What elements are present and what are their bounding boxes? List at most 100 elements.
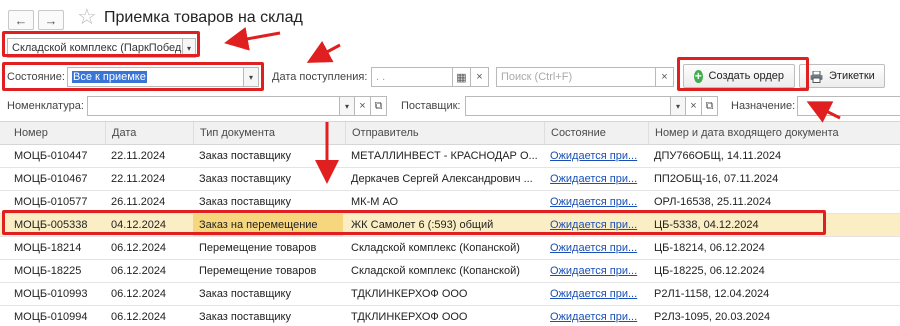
- table-header: Номер Дата Тип документа Отправитель Сос…: [0, 121, 900, 145]
- cell-doc-type: Заказ поставщику: [199, 311, 291, 323]
- cell-doc-type: Заказ поставщику: [199, 288, 291, 300]
- table-row[interactable]: МОЦБ-010994 06.12.2024 Заказ поставщику ТДК…: [0, 306, 900, 326]
- table-row[interactable]: МОЦБ-18214 06.12.2024 Перемещение товаров С…: [0, 237, 900, 260]
- back-button[interactable]: ←: [8, 10, 34, 30]
- supplier-clear-button[interactable]: ×: [686, 96, 702, 116]
- back-arrow-icon: ←: [14, 12, 28, 28]
- purpose-input[interactable]: [797, 96, 900, 116]
- search-clear-button[interactable]: ×: [656, 67, 674, 87]
- date-input[interactable]: . .: [371, 67, 453, 87]
- cell-number: МОЦБ-010467: [14, 173, 88, 185]
- cell-state[interactable]: Ожидается при...: [544, 214, 646, 236]
- state-value: Все к приемке: [72, 71, 147, 83]
- cell-sender: Складской комплекс (Копанской): [351, 265, 520, 277]
- copy-icon: ⧉: [705, 99, 714, 112]
- arrow-to-state: [306, 40, 341, 63]
- labels-button[interactable]: Этикетки: [799, 64, 885, 88]
- cell-sender: МЕТАЛЛИНВЕСТ - КРАСНОДАР О...: [351, 150, 538, 162]
- table-body: МОЦБ-010447 22.11.2024 Заказ поставщику МЕТ…: [0, 145, 900, 326]
- supplier-input[interactable]: [465, 96, 671, 116]
- cell-state[interactable]: Ожидается при...: [544, 145, 646, 167]
- cell-date: 06.12.2024: [111, 265, 167, 277]
- date-clear-button[interactable]: ×: [471, 67, 489, 87]
- cell-state[interactable]: Ожидается при...: [544, 306, 646, 326]
- cell-incoming-doc: ОРЛ-16538, 25.11.2024: [654, 196, 772, 208]
- supplier-open-button[interactable]: ⧉: [702, 96, 718, 116]
- cell-date: 06.12.2024: [111, 311, 167, 323]
- chevron-down-icon: ▾: [248, 72, 253, 82]
- cell-doc-type: Заказ поставщику: [199, 196, 291, 208]
- cell-doc-type: Заказ поставщику: [199, 173, 291, 185]
- cell-number: МОЦБ-010994: [14, 311, 88, 323]
- column-header-sender[interactable]: Отправитель: [345, 122, 419, 144]
- documents-table: Номер Дата Тип документа Отправитель Сос…: [0, 121, 900, 326]
- page-title: Приемка товаров на склад: [104, 9, 303, 26]
- cell-number: МОЦБ-18214: [14, 242, 82, 254]
- cell-number: МОЦБ-18225: [14, 265, 82, 277]
- cell-incoming-doc: ЦБ-18225, 06.12.2024: [654, 265, 765, 277]
- supplier-label: Поставщик:: [401, 100, 461, 112]
- calendar-button[interactable]: ▦: [453, 67, 471, 87]
- column-header-number[interactable]: Номер: [8, 122, 48, 144]
- column-header-state[interactable]: Состояние: [544, 122, 606, 144]
- close-icon: ×: [661, 71, 668, 83]
- cell-incoming-doc: Р2Л3-1095, 20.03.2024: [654, 311, 771, 323]
- table-row[interactable]: МОЦБ-010577 26.11.2024 Заказ поставщику МК-…: [0, 191, 900, 214]
- forward-button[interactable]: →: [38, 10, 64, 30]
- warehouse-dropdown-button[interactable]: ▾: [183, 38, 196, 58]
- nomenclature-dropdown-button[interactable]: ▾: [340, 96, 355, 116]
- chevron-down-icon: ▾: [186, 43, 191, 53]
- table-row[interactable]: МОЦБ-005338 04.12.2024 Заказ на перемещени…: [0, 214, 900, 237]
- cell-incoming-doc: ЦБ-5338, 04.12.2024: [654, 219, 759, 231]
- cell-date: 06.12.2024: [111, 288, 167, 300]
- cell-sender: ЖК Самолет 6 (:593) общий: [351, 219, 494, 231]
- plus-circle-icon: +: [694, 68, 703, 83]
- cell-state[interactable]: Ожидается при...: [544, 283, 646, 305]
- supplier-dropdown-button[interactable]: ▾: [671, 96, 686, 116]
- copy-icon: ⧉: [374, 99, 383, 112]
- cell-doc-type: Перемещение товаров: [199, 265, 317, 277]
- table-row[interactable]: МОЦБ-010467 22.11.2024 Заказ поставщику Дер…: [0, 168, 900, 191]
- state-dropdown-button[interactable]: ▾: [244, 67, 259, 87]
- cell-state[interactable]: Ожидается при...: [544, 237, 646, 259]
- table-row[interactable]: МОЦБ-18225 06.12.2024 Перемещение товаров С…: [0, 260, 900, 283]
- column-header-doc-type[interactable]: Тип документа: [193, 122, 275, 144]
- cell-sender: ТДКЛИНКЕРХОФ ООО: [351, 288, 468, 300]
- cell-number: МОЦБ-010447: [14, 150, 88, 162]
- date-label: Дата поступления:: [272, 71, 368, 83]
- nomenclature-open-button[interactable]: ⧉: [371, 96, 387, 116]
- column-header-date[interactable]: Дата: [105, 122, 136, 144]
- search-input[interactable]: Поиск (Ctrl+F): [496, 67, 656, 87]
- nomenclature-input[interactable]: [87, 96, 340, 116]
- cell-number: МОЦБ-010577: [14, 196, 88, 208]
- create-order-button[interactable]: + Создать ордер: [683, 64, 795, 88]
- cell-incoming-doc: ДПУ766ОБЩ, 14.11.2024: [654, 150, 782, 162]
- favorite-star-icon[interactable]: ☆: [77, 6, 97, 28]
- table-row[interactable]: МОЦБ-010993 06.12.2024 Заказ поставщику ТДК…: [0, 283, 900, 306]
- chevron-down-icon: ▾: [344, 101, 349, 111]
- chevron-down-icon: ▾: [675, 101, 680, 111]
- state-select[interactable]: Все к приемке: [67, 67, 244, 87]
- cell-incoming-doc: ПП2ОБЩ-16, 07.11.2024: [654, 173, 779, 185]
- calendar-icon: ▦: [456, 71, 467, 84]
- cell-incoming-doc: Р2Л1-1158, 12.04.2024: [654, 288, 770, 300]
- create-order-label: Создать ордер: [708, 70, 785, 82]
- purpose-label: Назначение:: [731, 100, 796, 112]
- cell-date: 04.12.2024: [111, 219, 167, 231]
- cell-number: МОЦБ-010993: [14, 288, 88, 300]
- nomenclature-clear-button[interactable]: ×: [355, 96, 371, 116]
- cell-state[interactable]: Ожидается при...: [544, 191, 646, 213]
- warehouse-value: Складской комплекс (ПаркПобед: [12, 42, 182, 54]
- state-label: Состояние:: [7, 71, 65, 83]
- warehouse-select[interactable]: Складской комплекс (ПаркПобед: [7, 38, 183, 58]
- cell-state[interactable]: Ожидается при...: [544, 260, 646, 282]
- table-row[interactable]: МОЦБ-010447 22.11.2024 Заказ поставщику МЕТ…: [0, 145, 900, 168]
- column-header-incoming-doc[interactable]: Номер и дата входящего документа: [648, 122, 839, 144]
- printer-icon: [810, 70, 823, 83]
- close-icon: ×: [476, 71, 483, 83]
- cell-sender: Деркачев Сергей Александрович ...: [351, 173, 533, 185]
- cell-date: 06.12.2024: [111, 242, 167, 254]
- cell-state[interactable]: Ожидается при...: [544, 168, 646, 190]
- forward-arrow-icon: →: [44, 12, 58, 28]
- arrow-to-warehouse: [224, 27, 281, 51]
